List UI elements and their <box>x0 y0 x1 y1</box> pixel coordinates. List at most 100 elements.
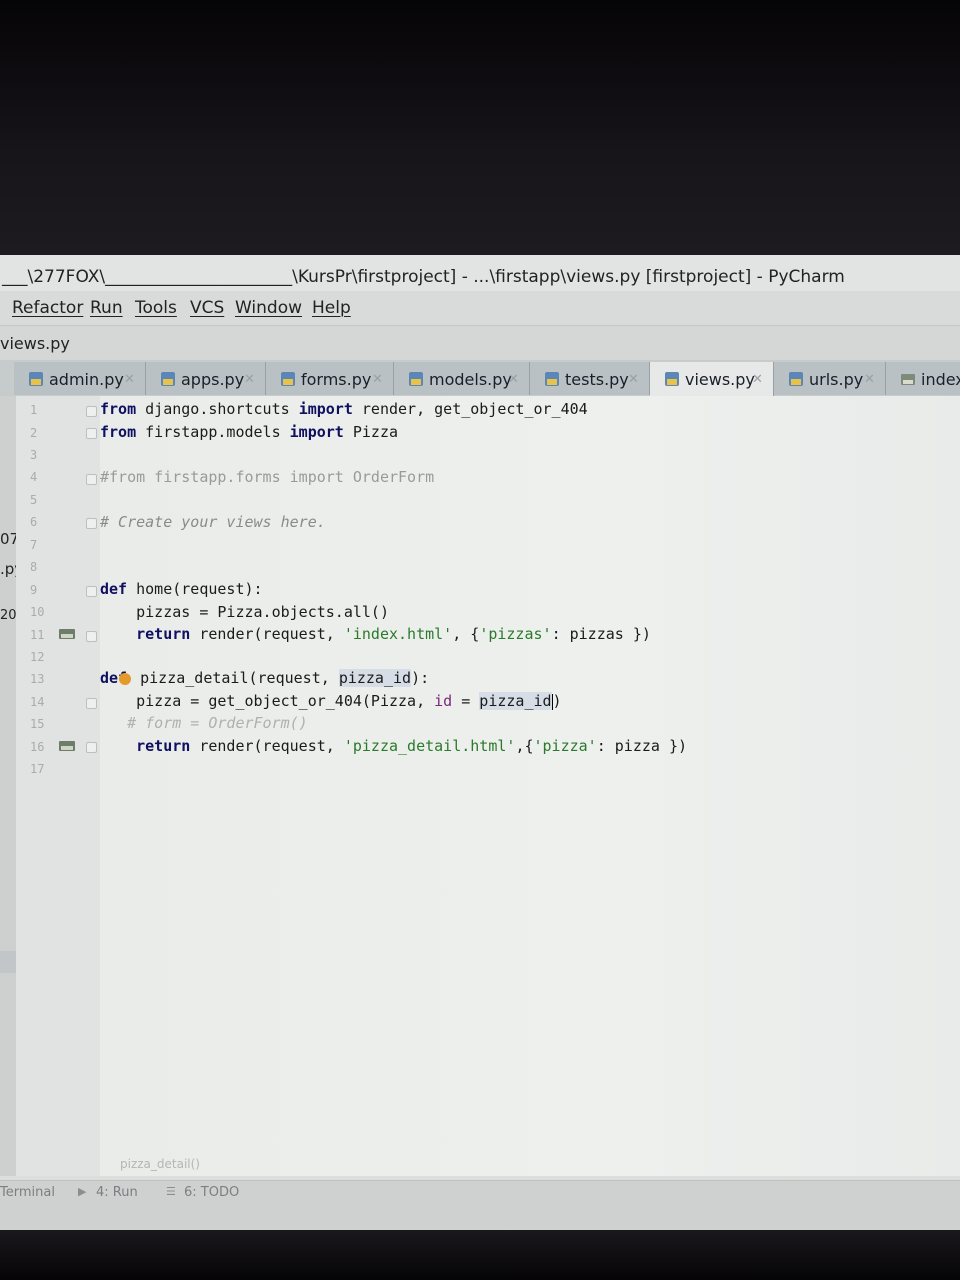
run-tool-button[interactable]: 4: Run <box>96 1185 138 1200</box>
todo-icon: ☰ <box>166 1185 176 1198</box>
editor-breadcrumb[interactable]: pizza_detail() <box>120 1157 200 1171</box>
code-text: Pizza <box>343 423 399 441</box>
menu-window[interactable]: Window <box>235 291 302 325</box>
code-text: ): <box>411 669 430 687</box>
tab-index-html[interactable]: index. <box>886 362 960 395</box>
menu-tools[interactable]: Tools <box>135 291 177 325</box>
line-number: 11 <box>30 628 45 642</box>
code-text: ) <box>552 692 562 710</box>
tab-label: admin.py <box>49 370 124 389</box>
keyword: return <box>136 625 191 643</box>
code-line-13: def pizza_detail(request, pizza_id): <box>100 669 429 687</box>
fold-marker[interactable] <box>86 586 97 597</box>
code-text: render(request, <box>190 625 344 643</box>
code-line-9: def home(request): <box>100 580 263 598</box>
close-icon[interactable]: ✕ <box>628 362 639 398</box>
tab-label: tests.py <box>565 370 629 389</box>
tab-label: apps.py <box>181 370 245 389</box>
line-number: 9 <box>30 583 38 597</box>
editor-tab-bar: admin.py ✕ apps.py ✕ forms.py ✕ models.p… <box>0 360 960 397</box>
code-text: render(request, <box>190 737 344 755</box>
tab-views-py[interactable]: views.py ✕ <box>650 362 774 397</box>
close-icon[interactable]: ✕ <box>124 362 135 398</box>
tab-models-py[interactable]: models.py ✕ <box>394 362 530 395</box>
code-editor[interactable]: from django.shortcuts import render, get… <box>100 396 960 1176</box>
html-file-icon <box>901 374 915 385</box>
fold-marker[interactable] <box>86 698 97 709</box>
close-icon[interactable]: ✕ <box>864 362 875 398</box>
parameter: pizza_id <box>338 669 412 687</box>
monitor-bezel-top <box>0 0 960 255</box>
line-number: 4 <box>30 470 38 484</box>
tab-apps-py[interactable]: apps.py ✕ <box>146 362 266 395</box>
todo-tool-button[interactable]: 6: TODO <box>184 1185 239 1200</box>
code-text: , { <box>452 625 480 643</box>
close-icon[interactable]: ✕ <box>244 362 255 398</box>
tab-label: models.py <box>429 370 512 389</box>
tab-label: urls.py <box>809 370 864 389</box>
navigation-bar: views.py <box>0 325 960 361</box>
fold-marker[interactable] <box>86 742 97 753</box>
code-line-4: #from firstapp.forms import OrderForm <box>100 468 435 486</box>
python-file-icon <box>281 372 295 386</box>
fold-marker[interactable] <box>86 406 97 417</box>
intention-bulb-icon[interactable] <box>119 672 132 685</box>
menu-help[interactable]: Help <box>312 291 351 325</box>
code-text: ,{ <box>515 737 534 755</box>
line-number: 14 <box>30 695 45 709</box>
close-icon[interactable]: ✕ <box>508 362 519 398</box>
keyword: import <box>298 400 353 418</box>
keyword: from <box>100 423 137 441</box>
code-line-6: # Create your views here. <box>100 513 326 531</box>
line-number: 10 <box>30 605 45 619</box>
navigate-to-template-icon[interactable] <box>58 628 76 640</box>
editor-gutter: 1 2 3 4 5 6 7 8 9 10 11 12 13 14 15 16 1… <box>16 396 101 1176</box>
keyword: return <box>136 737 191 755</box>
fold-marker[interactable] <box>86 428 97 439</box>
python-file-icon <box>409 372 423 386</box>
line-number: 6 <box>30 515 38 529</box>
tab-label: views.py <box>685 370 755 389</box>
menu-vcs[interactable]: VCS <box>190 291 224 325</box>
menu-bar: Refactor Run Tools VCS Window Help <box>0 291 960 325</box>
python-file-icon <box>545 372 559 386</box>
string-literal: 'pizza' <box>533 737 597 755</box>
menu-run[interactable]: Run <box>90 291 123 325</box>
project-tool-strip[interactable]: 07. .py 208. <box>0 396 29 1176</box>
fold-marker[interactable] <box>86 631 97 642</box>
code-line-10: pizzas = Pizza.objects.all() <box>100 603 389 621</box>
keyword: import <box>289 423 344 441</box>
fold-marker[interactable] <box>86 518 97 529</box>
python-file-icon <box>161 372 175 386</box>
close-icon[interactable]: ✕ <box>372 362 383 398</box>
navigate-to-template-icon[interactable] <box>58 740 76 752</box>
line-number: 1 <box>30 403 38 417</box>
code-text: pizza_detail(request, <box>131 669 339 687</box>
terminal-tool-button[interactable]: Terminal <box>0 1185 55 1200</box>
tab-forms-py[interactable]: forms.py ✕ <box>266 362 394 395</box>
fold-marker[interactable] <box>86 474 97 485</box>
tab-tests-py[interactable]: tests.py ✕ <box>530 362 650 395</box>
pycharm-window: ___\277FOX\______________________\KursPr… <box>0 255 960 1230</box>
code-text: = <box>452 692 480 710</box>
line-number: 5 <box>30 493 38 507</box>
tab-admin-py[interactable]: admin.py ✕ <box>14 362 146 395</box>
tool-window-bar: Terminal ▶ 4: Run ☰ 6: TODO <box>0 1180 960 1230</box>
tab-label: index. <box>921 370 960 389</box>
line-number: 13 <box>30 672 45 686</box>
close-icon[interactable]: ✕ <box>752 362 763 398</box>
line-number: 16 <box>30 740 45 754</box>
python-file-icon <box>789 372 803 386</box>
nav-crumb-file[interactable]: views.py <box>0 326 70 362</box>
line-number: 17 <box>30 762 45 776</box>
line-number: 8 <box>30 560 38 574</box>
code-text: : pizza }) <box>596 737 688 755</box>
window-title: ___\277FOX\______________________\KursPr… <box>0 255 960 295</box>
code-text: : pizzas }) <box>551 625 651 643</box>
string-literal: 'pizza_detail.html' <box>343 737 516 755</box>
tab-urls-py[interactable]: urls.py ✕ <box>774 362 886 395</box>
keyword-argument: id <box>434 692 453 710</box>
menu-refactor[interactable]: Refactor <box>12 291 83 325</box>
